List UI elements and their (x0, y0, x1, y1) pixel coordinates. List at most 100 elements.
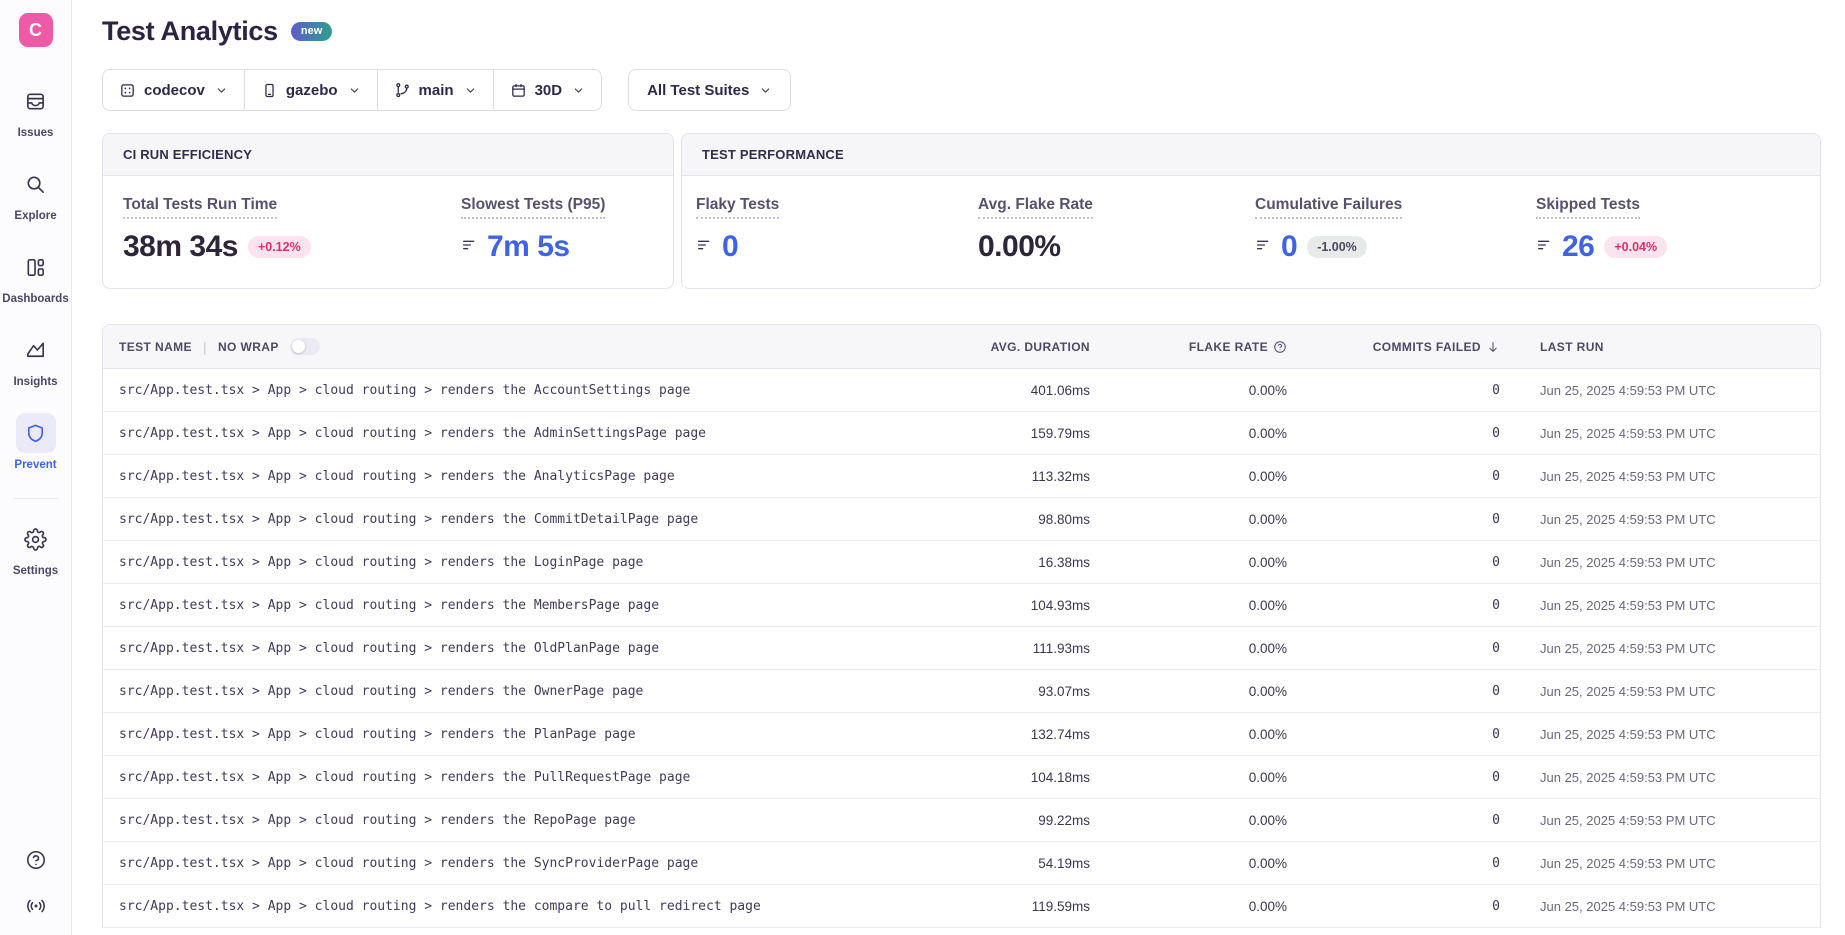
chevron-down-icon (348, 84, 361, 97)
cell-test-name: src/App.test.tsx > App > cloud routing >… (103, 512, 950, 527)
sidebar-item-prevent[interactable]: Prevent (14, 413, 56, 471)
cell-last-run: Jun 25, 2025 4:59:53 PM UTC (1520, 598, 1820, 613)
test-performance-panel: TEST PERFORMANCE Flaky Tests 0 Avg. Flak… (681, 133, 1821, 289)
chevron-down-icon (215, 84, 228, 97)
sidebar-item-dashboards[interactable]: Dashboards (2, 247, 68, 305)
table-row[interactable]: src/App.test.tsx > App > cloud routing >… (103, 455, 1820, 498)
cell-last-run: Jun 25, 2025 4:59:53 PM UTC (1520, 899, 1820, 914)
col-commits-failed[interactable]: COMMITS FAILED (1307, 340, 1520, 354)
chevron-down-icon (572, 84, 585, 97)
repo-selector[interactable]: gazebo (245, 70, 378, 110)
cell-last-run: Jun 25, 2025 4:59:53 PM UTC (1520, 555, 1820, 570)
col-avg-duration[interactable]: AVG. DURATION (950, 340, 1110, 354)
cell-flake-rate: 0.00% (1110, 856, 1307, 871)
table-row[interactable]: src/App.test.tsx > App > cloud routing >… (103, 584, 1820, 627)
cell-last-run: Jun 25, 2025 4:59:53 PM UTC (1520, 641, 1820, 656)
sidebar-item-label: Settings (13, 565, 58, 577)
sort-desc-arrow-icon (1486, 340, 1500, 354)
cell-avg-duration: 104.18ms (950, 770, 1110, 785)
table-row[interactable]: src/App.test.tsx > App > cloud routing >… (103, 498, 1820, 541)
chevron-down-icon (759, 84, 772, 97)
org-selector-label: codecov (144, 82, 205, 99)
org-avatar[interactable]: C (19, 13, 53, 47)
stat-value-link[interactable]: 7m 5s (487, 230, 570, 264)
sidebar-item-settings[interactable]: Settings (13, 519, 58, 577)
question-circle-icon[interactable] (1273, 340, 1287, 354)
sidebar: C Issues Explore Dashboards (0, 0, 72, 935)
sidebar-divider (14, 498, 58, 499)
stat-value-link[interactable]: 26 (1562, 230, 1594, 264)
cell-test-name: src/App.test.tsx > App > cloud routing >… (103, 770, 950, 785)
table-row[interactable]: src/App.test.tsx > App > cloud routing >… (103, 412, 1820, 455)
cell-test-name: src/App.test.tsx > App > cloud routing >… (103, 684, 950, 699)
test-suites-selector[interactable]: All Test Suites (628, 69, 791, 111)
page-title: Test Analytics (102, 16, 278, 47)
tests-table: TEST NAME | NO WRAP AVG. DURATION FLAKE … (102, 324, 1821, 928)
cell-avg-duration: 111.93ms (950, 641, 1110, 656)
cell-commits-failed: 0 (1307, 383, 1520, 398)
stat-flaky-tests: Flaky Tests 0 (696, 196, 978, 264)
sidebar-item-issues[interactable]: Issues (16, 81, 56, 139)
delta-badge: +0.12% (248, 236, 311, 258)
table-row[interactable]: src/App.test.tsx > App > cloud routing >… (103, 799, 1820, 842)
broadcast-icon[interactable] (25, 895, 47, 917)
cell-last-run: Jun 25, 2025 4:59:53 PM UTC (1520, 727, 1820, 742)
cell-commits-failed: 0 (1307, 813, 1520, 828)
help-icon[interactable] (25, 849, 47, 871)
table-row[interactable]: src/App.test.tsx > App > cloud routing >… (103, 713, 1820, 756)
sidebar-item-insights[interactable]: Insights (13, 330, 57, 388)
stat-label[interactable]: Avg. Flake Rate (978, 196, 1093, 219)
cell-commits-failed: 0 (1307, 684, 1520, 699)
cell-avg-duration: 16.38ms (950, 555, 1110, 570)
cell-commits-failed: 0 (1307, 469, 1520, 484)
cell-flake-rate: 0.00% (1110, 684, 1307, 699)
cell-commits-failed: 0 (1307, 426, 1520, 441)
table-row[interactable]: src/App.test.tsx > App > cloud routing >… (103, 756, 1820, 799)
no-wrap-toggle[interactable] (290, 338, 320, 355)
filter-funnel-icon (1255, 237, 1271, 258)
cell-last-run: Jun 25, 2025 4:59:53 PM UTC (1520, 426, 1820, 441)
table-row[interactable]: src/App.test.tsx > App > cloud routing >… (103, 670, 1820, 713)
cell-test-name: src/App.test.tsx > App > cloud routing >… (103, 598, 950, 613)
cell-commits-failed: 0 (1307, 727, 1520, 742)
test-suites-label: All Test Suites (647, 82, 749, 99)
table-row[interactable]: src/App.test.tsx > App > cloud routing >… (103, 885, 1820, 928)
stat-value-link[interactable]: 0 (722, 230, 738, 264)
cell-commits-failed: 0 (1307, 512, 1520, 527)
table-row[interactable]: src/App.test.tsx > App > cloud routing >… (103, 842, 1820, 885)
stat-label[interactable]: Flaky Tests (696, 196, 779, 219)
stat-value-link[interactable]: 0 (1281, 230, 1297, 264)
cell-avg-duration: 159.79ms (950, 426, 1110, 441)
stat-value: 38m 34s (123, 230, 238, 264)
table-row[interactable]: src/App.test.tsx > App > cloud routing >… (103, 627, 1820, 670)
col-flake-rate[interactable]: FLAKE RATE (1110, 340, 1307, 354)
cell-flake-rate: 0.00% (1110, 641, 1307, 656)
stat-skipped-tests: Skipped Tests 26 +0.04% (1536, 196, 1800, 264)
filter-bar: codecov gazebo main 30D (102, 69, 1821, 111)
sidebar-item-label: Issues (18, 127, 54, 139)
table-row[interactable]: src/App.test.tsx > App > cloud routing >… (103, 541, 1820, 584)
date-range-selector[interactable]: 30D (494, 70, 602, 110)
cell-flake-rate: 0.00% (1110, 383, 1307, 398)
inbox-icon (16, 81, 56, 121)
cell-commits-failed: 0 (1307, 899, 1520, 914)
dashboard-grid-icon (16, 247, 56, 287)
cell-last-run: Jun 25, 2025 4:59:53 PM UTC (1520, 856, 1820, 871)
stat-label[interactable]: Slowest Tests (P95) (461, 196, 605, 219)
cell-flake-rate: 0.00% (1110, 770, 1307, 785)
filter-funnel-icon (1536, 237, 1552, 258)
stat-cumulative-failures: Cumulative Failures 0 -1.00% (1255, 196, 1536, 264)
table-row[interactable]: src/App.test.tsx > App > cloud routing >… (103, 369, 1820, 412)
stat-label[interactable]: Total Tests Run Time (123, 196, 277, 219)
stat-slowest-tests: Slowest Tests (P95) 7m 5s (461, 196, 653, 264)
cell-test-name: src/App.test.tsx > App > cloud routing >… (103, 469, 950, 484)
stat-label[interactable]: Skipped Tests (1536, 196, 1640, 219)
sidebar-item-explore[interactable]: Explore (14, 164, 56, 222)
cell-flake-rate: 0.00% (1110, 727, 1307, 742)
branch-selector[interactable]: main (378, 70, 494, 110)
stat-label[interactable]: Cumulative Failures (1255, 196, 1402, 219)
org-selector[interactable]: codecov (103, 70, 245, 110)
cell-test-name: src/App.test.tsx > App > cloud routing >… (103, 555, 950, 570)
stat-total-tests-run-time: Total Tests Run Time 38m 34s +0.12% (123, 196, 461, 264)
cell-last-run: Jun 25, 2025 4:59:53 PM UTC (1520, 383, 1820, 398)
